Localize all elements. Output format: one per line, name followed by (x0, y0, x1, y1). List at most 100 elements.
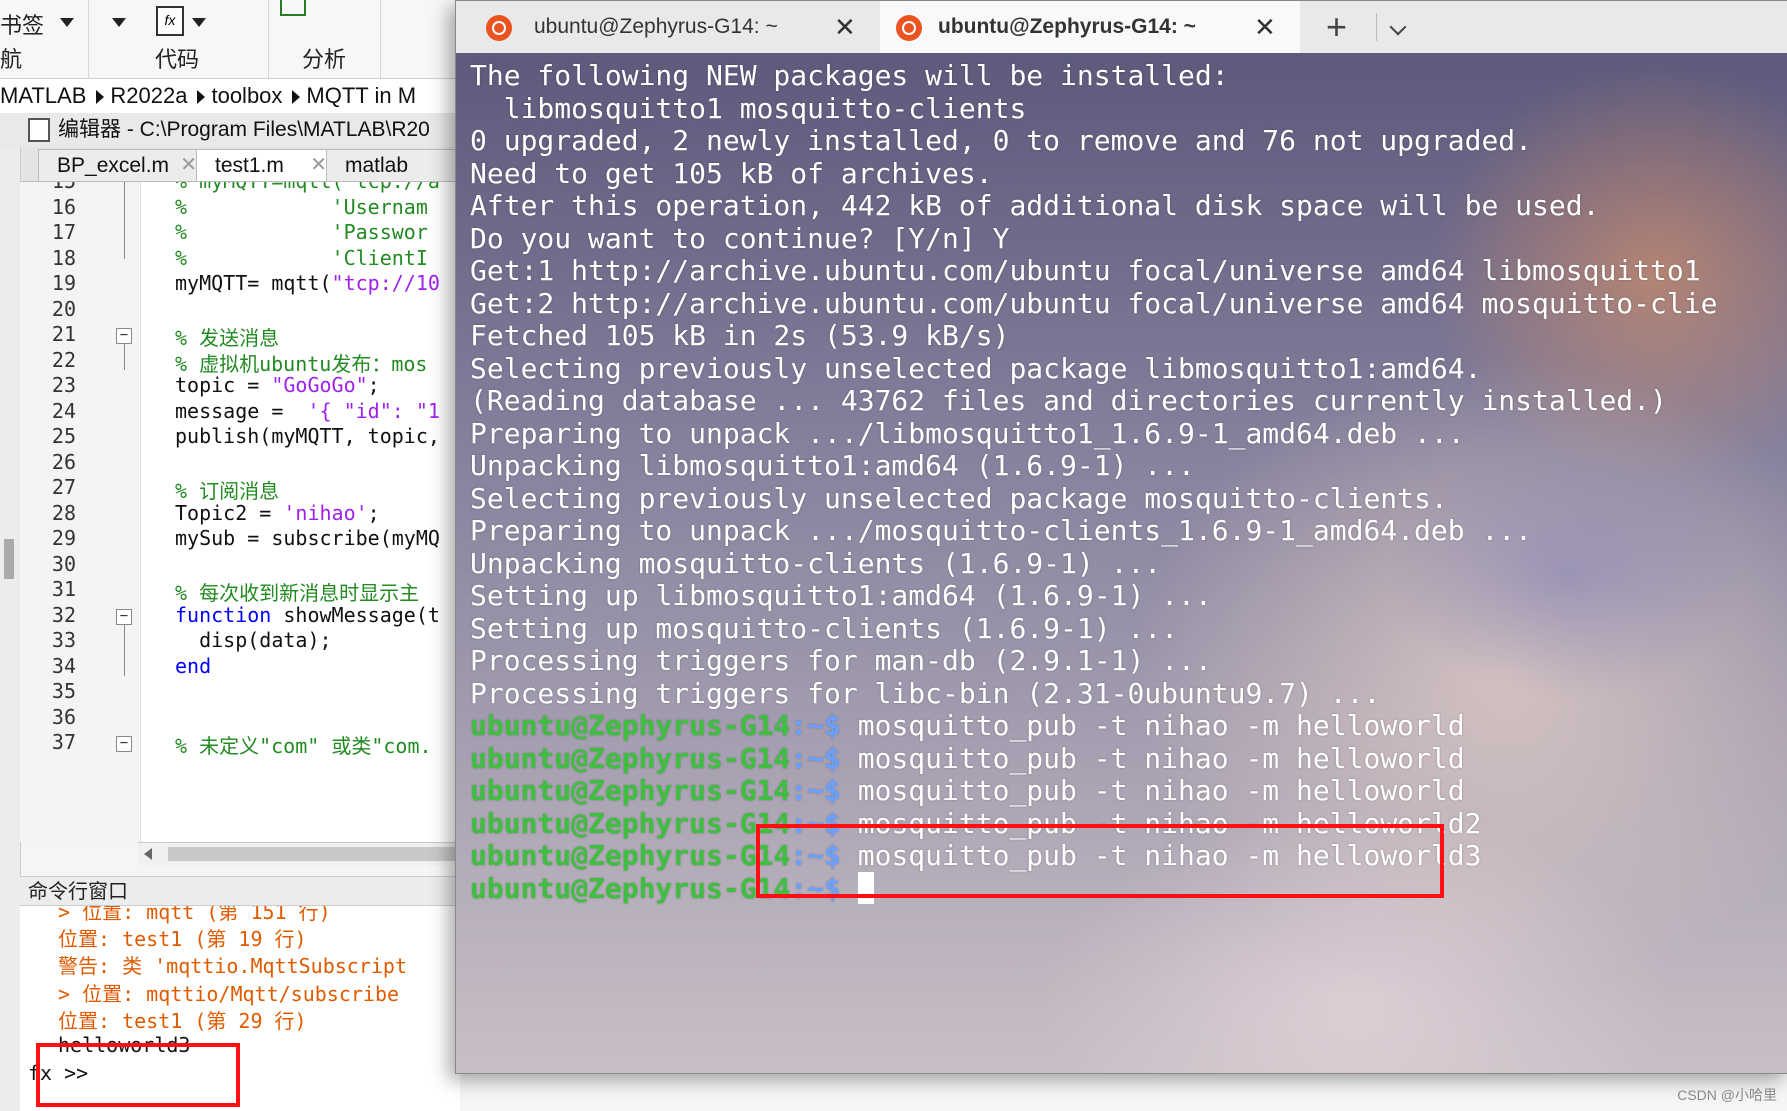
address-bar[interactable]: MATLAB R2022a toolbox MQTT in M (0, 79, 460, 114)
breadcrumb-item[interactable]: R2022a (110, 83, 187, 108)
line-number: 20 (51, 296, 76, 321)
close-icon[interactable]: ✕ (180, 150, 197, 181)
scroll-left-icon[interactable] (144, 848, 152, 860)
terminal-command: mosquitto_pub -t nihao -m helloworld (840, 774, 1465, 807)
chevron-down-icon[interactable] (60, 18, 74, 27)
code-line[interactable]: disp(data); (175, 628, 331, 652)
terminal-body[interactable]: The following NEW packages will be insta… (456, 53, 1787, 1073)
prompt-path: :~$ (790, 774, 841, 807)
line-number: 23 (51, 373, 76, 397)
fold-toggle-icon[interactable]: − (116, 608, 132, 625)
new-tab-button[interactable]: + (1326, 7, 1347, 47)
close-icon[interactable]: ✕ (834, 1, 856, 53)
code-editor[interactable]: 1516171819202122232425262728293031323334… (20, 182, 460, 842)
line-number: 26 (51, 449, 76, 474)
code-section-label: 代码 (155, 47, 200, 72)
terminal-tab-label: ubuntu@Zephyrus-G14: ~ (534, 15, 778, 38)
scrollbar-thumb[interactable] (4, 539, 14, 579)
code-token: end (175, 653, 212, 678)
code-line[interactable]: topic = "GoGoGo"; (175, 373, 380, 397)
terminal-line: Need to get 105 kB of archives. (470, 156, 993, 190)
code-line[interactable]: message = '{ "id": "1 (175, 399, 440, 423)
terminal-tab-2[interactable]: ubuntu@Zephyrus-G14: ~ ✕ (880, 1, 1300, 53)
chevron-down-icon[interactable] (192, 18, 206, 27)
line-number: 29 (51, 526, 76, 550)
terminal-prompt-line: ubuntu@Zephyrus-G14:~$ mosquitto_pub -t … (470, 709, 1465, 742)
highlight-box-matlab (36, 1043, 240, 1107)
close-icon[interactable]: ✕ (310, 150, 327, 181)
code-token: % 订阅消息 (175, 479, 280, 503)
code-line[interactable]: publish(myMQTT, topic, (175, 424, 440, 448)
line-number: 25 (51, 424, 76, 448)
code-line[interactable]: myMQTT= mqtt("tcp://10 (175, 271, 440, 295)
toolstrip-divider (88, 0, 89, 78)
code-token: % 发送消息 (175, 326, 280, 350)
code-line[interactable]: % 'Passwor (175, 220, 428, 244)
terminal-line: The following NEW packages will be insta… (470, 59, 1229, 92)
breadcrumb-item[interactable]: MATLAB (0, 83, 86, 108)
analyze-section-label: 分析 (302, 47, 347, 72)
terminal-line: Fetched 105 kB in 2s (53.9 kB/s) (470, 319, 1010, 352)
code-line[interactable]: % 未定义"com" 或类"com. (175, 730, 432, 759)
terminal-prompt-line: ubuntu@Zephyrus-G14:~$ mosquitto_pub -t … (470, 742, 1465, 775)
code-line[interactable]: function showMessage(t (175, 603, 440, 627)
close-icon[interactable]: ✕ (1254, 1, 1276, 53)
code-token: "tcp://10 (331, 271, 440, 295)
terminal-tabbar: ubuntu@Zephyrus-G14: ~ ✕ ubuntu@Zephyrus… (456, 1, 1787, 53)
line-number: 36 (51, 704, 76, 729)
code-token: message = (175, 398, 308, 423)
left-scrollbar[interactable] (0, 147, 21, 1111)
matlab-toolstrip: 书签 fx 代码 分析 航 (0, 0, 460, 79)
terminal-line: Unpacking mosquitto-clients (1.6.9-1) ..… (470, 546, 1162, 580)
line-number: 21 (51, 322, 76, 346)
editor-tabs: BP_excel.m ✕ test1.m ✕ matlab (20, 147, 486, 182)
fold-bracket (124, 182, 125, 259)
code-line[interactable]: end (175, 654, 211, 678)
code-token: % 'Usernam (175, 194, 428, 219)
command-line: 警告: 类 'mqttio.MqttSubscript (58, 954, 407, 978)
chevron-down-icon[interactable] (112, 18, 126, 27)
breadcrumb-arrow-icon (292, 90, 301, 105)
prompt-user: ubuntu@Zephyrus-G14 (470, 871, 791, 905)
code-token: myMQTT= mqtt( (175, 271, 332, 295)
chevron-down-icon[interactable] (1389, 18, 1407, 36)
fold-toggle-icon[interactable]: − (116, 736, 132, 752)
prompt-user: ubuntu@Zephyrus-G14 (470, 774, 791, 807)
bookmark-button[interactable]: 书签 (0, 8, 44, 40)
code-line[interactable]: Topic2 = 'nihao'; (175, 501, 380, 525)
tab-test1[interactable]: test1.m ✕ (196, 149, 338, 181)
line-number: 27 (51, 475, 76, 499)
line-number: 35 (51, 679, 76, 703)
code-token: showMessage(t (271, 602, 440, 627)
code-token: % myMQTT=mqtt('tcp://a (175, 182, 440, 193)
function-icon[interactable]: fx (156, 6, 184, 36)
breadcrumb-item[interactable]: MQTT in M (306, 83, 416, 108)
tab-label: test1.m (215, 154, 284, 177)
line-number: 15 (20, 182, 76, 193)
code-token: ; (367, 500, 380, 525)
terminal-line: Setting up libmosquitto1:amd64 (1.6.9-1)… (470, 579, 1212, 612)
terminal-line: 0 upgraded, 2 newly installed, 0 to remo… (470, 124, 1533, 157)
breadcrumb-item[interactable]: toolbox (211, 83, 282, 108)
ubuntu-logo-icon (896, 15, 922, 41)
code-token: 'nihao' (283, 500, 368, 525)
code-line[interactable]: mySub = subscribe(myMQ (175, 526, 440, 550)
tab-bp-excel[interactable]: BP_excel.m ✕ (38, 149, 208, 181)
prompt-user: ubuntu@Zephyrus-G14 (470, 709, 791, 742)
scrollbar-thumb[interactable] (168, 847, 468, 861)
code-line[interactable]: % myMQTT=mqtt('tcp://a (175, 182, 440, 193)
code-token: '{ "id": "1 (307, 398, 440, 423)
line-number: 33 (51, 628, 76, 652)
fold-toggle-icon[interactable]: − (116, 328, 132, 344)
code-line[interactable]: % 'ClientI (175, 246, 428, 270)
tabbar-divider (1376, 13, 1377, 41)
terminal-tab-1[interactable]: ubuntu@Zephyrus-G14: ~ ✕ (456, 1, 876, 53)
code-line[interactable]: % 'Usernam (175, 195, 428, 219)
line-number: 18 (51, 245, 76, 270)
highlight-box-terminal (756, 824, 1444, 898)
code-token: "GoGoGo" (271, 373, 368, 397)
terminal-line: After this operation, 442 kB of addition… (470, 189, 1600, 222)
code-token: % 'ClientI (175, 245, 428, 270)
analyze-icon[interactable] (280, 0, 306, 16)
editor-horizontal-scrollbar[interactable] (138, 842, 468, 865)
